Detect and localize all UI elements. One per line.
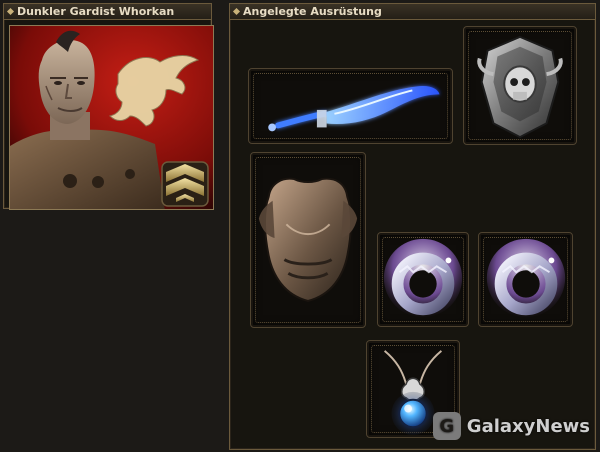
shield-slot[interactable] [463,26,577,145]
galaxynews-logo-icon: G [432,412,461,440]
character-panel-header: Dunkler Gardist Whorkan [4,4,211,20]
leather-armor [10,129,165,209]
rank-badge-icon [161,161,209,207]
armor-slot[interactable] [250,152,366,328]
watermark: G GalaxyNews [432,412,590,440]
equipment-panel-title: Angelegte Ausrüstung [243,5,382,18]
watermark-text: GalaxyNews [466,415,590,437]
character-panel: Dunkler Gardist Whorkan [3,3,214,210]
chest-armor-icon [258,177,358,302]
diamond-bullet-icon [6,7,15,16]
blue-glowing-sword-icon [268,86,440,132]
equipment-panel-header: Angelegte Ausrüstung [230,4,595,20]
ring-icon [383,238,463,318]
character-name: Dunkler Gardist Whorkan [17,5,175,18]
ring-icon [486,238,566,318]
portrait-illustration [10,26,213,209]
diamond-bullet-icon [232,7,241,16]
weapon-slot[interactable] [248,68,453,144]
ring-slot-1[interactable] [377,232,469,327]
skull-shield-icon [477,35,563,139]
character-portrait [9,25,214,210]
ring-slot-2[interactable] [478,232,573,327]
